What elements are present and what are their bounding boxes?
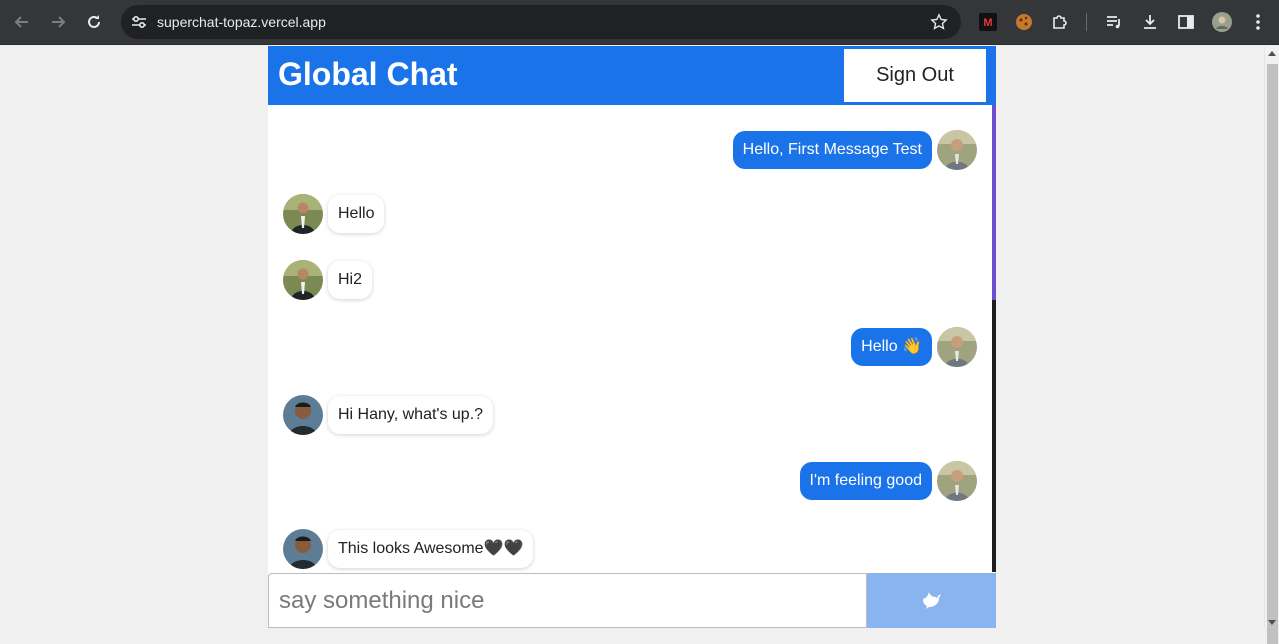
message-list-scrollbar-thumb[interactable]	[992, 105, 996, 300]
chat-app: Global Chat Sign Out Hello, First Messag…	[268, 46, 996, 628]
message-received: Hi2	[283, 260, 373, 300]
scroll-down-arrow-icon[interactable]	[1268, 620, 1276, 625]
extensions-puzzle-icon[interactable]	[1049, 11, 1071, 33]
scroll-up-arrow-icon[interactable]	[1268, 51, 1276, 56]
reload-button[interactable]	[83, 11, 105, 33]
message-input[interactable]	[268, 573, 867, 628]
forward-button[interactable]	[47, 11, 69, 33]
toolbar-divider	[1086, 13, 1087, 31]
avatar	[283, 529, 323, 569]
cookie-extension-icon[interactable]	[1013, 11, 1035, 33]
avatar	[937, 327, 977, 367]
message-sent: I'm feeling good	[799, 461, 977, 501]
bookmark-star-icon[interactable]	[929, 12, 949, 32]
avatar	[937, 461, 977, 501]
message-list[interactable]: Hello, First Message Test Hello Hi2 Hell…	[268, 105, 996, 572]
message-received: Hello	[283, 194, 385, 234]
svg-text:M: M	[983, 17, 992, 29]
message-bubble: This looks Awesome🖤🖤	[328, 530, 534, 568]
avatar	[283, 260, 323, 300]
page-scrollbar[interactable]	[1264, 46, 1279, 644]
avatar	[937, 130, 977, 170]
message-bubble: Hi Hany, what's up.?	[328, 396, 494, 434]
avatar	[283, 194, 323, 234]
browser-toolbar: superchat-topaz.vercel.app M	[0, 0, 1279, 45]
avatar	[283, 395, 323, 435]
message-bubble: Hello	[328, 195, 385, 233]
send-button[interactable]	[867, 573, 996, 628]
page-scrollbar-thumb[interactable]	[1267, 64, 1278, 644]
message-received: Hi Hany, what's up.?	[283, 395, 494, 435]
back-button[interactable]	[11, 11, 33, 33]
address-bar[interactable]: superchat-topaz.vercel.app	[121, 5, 961, 39]
media-queue-icon[interactable]	[1103, 11, 1125, 33]
message-bubble: Hello 👋	[851, 328, 932, 366]
message-bubble: Hi2	[328, 261, 373, 299]
sign-out-button[interactable]: Sign Out	[844, 49, 986, 102]
side-panel-icon[interactable]	[1175, 11, 1197, 33]
message-received: This looks Awesome🖤🖤	[283, 529, 534, 569]
url-text: superchat-topaz.vercel.app	[157, 14, 326, 30]
app-header: Global Chat Sign Out	[268, 46, 996, 105]
site-settings-icon[interactable]	[129, 12, 149, 32]
message-bubble: I'm feeling good	[799, 462, 932, 500]
extension-m-icon[interactable]: M	[977, 11, 999, 33]
dove-icon	[921, 589, 943, 612]
message-composer	[268, 573, 996, 628]
message-list-scrollbar[interactable]	[992, 105, 996, 572]
profile-avatar-icon[interactable]	[1211, 11, 1233, 33]
message-sent: Hello 👋	[851, 327, 977, 367]
browser-menu-icon[interactable]	[1247, 11, 1269, 33]
download-icon[interactable]	[1139, 11, 1161, 33]
page-title: Global Chat	[278, 56, 458, 92]
message-sent: Hello, First Message Test	[732, 130, 977, 170]
message-bubble: Hello, First Message Test	[732, 131, 932, 169]
